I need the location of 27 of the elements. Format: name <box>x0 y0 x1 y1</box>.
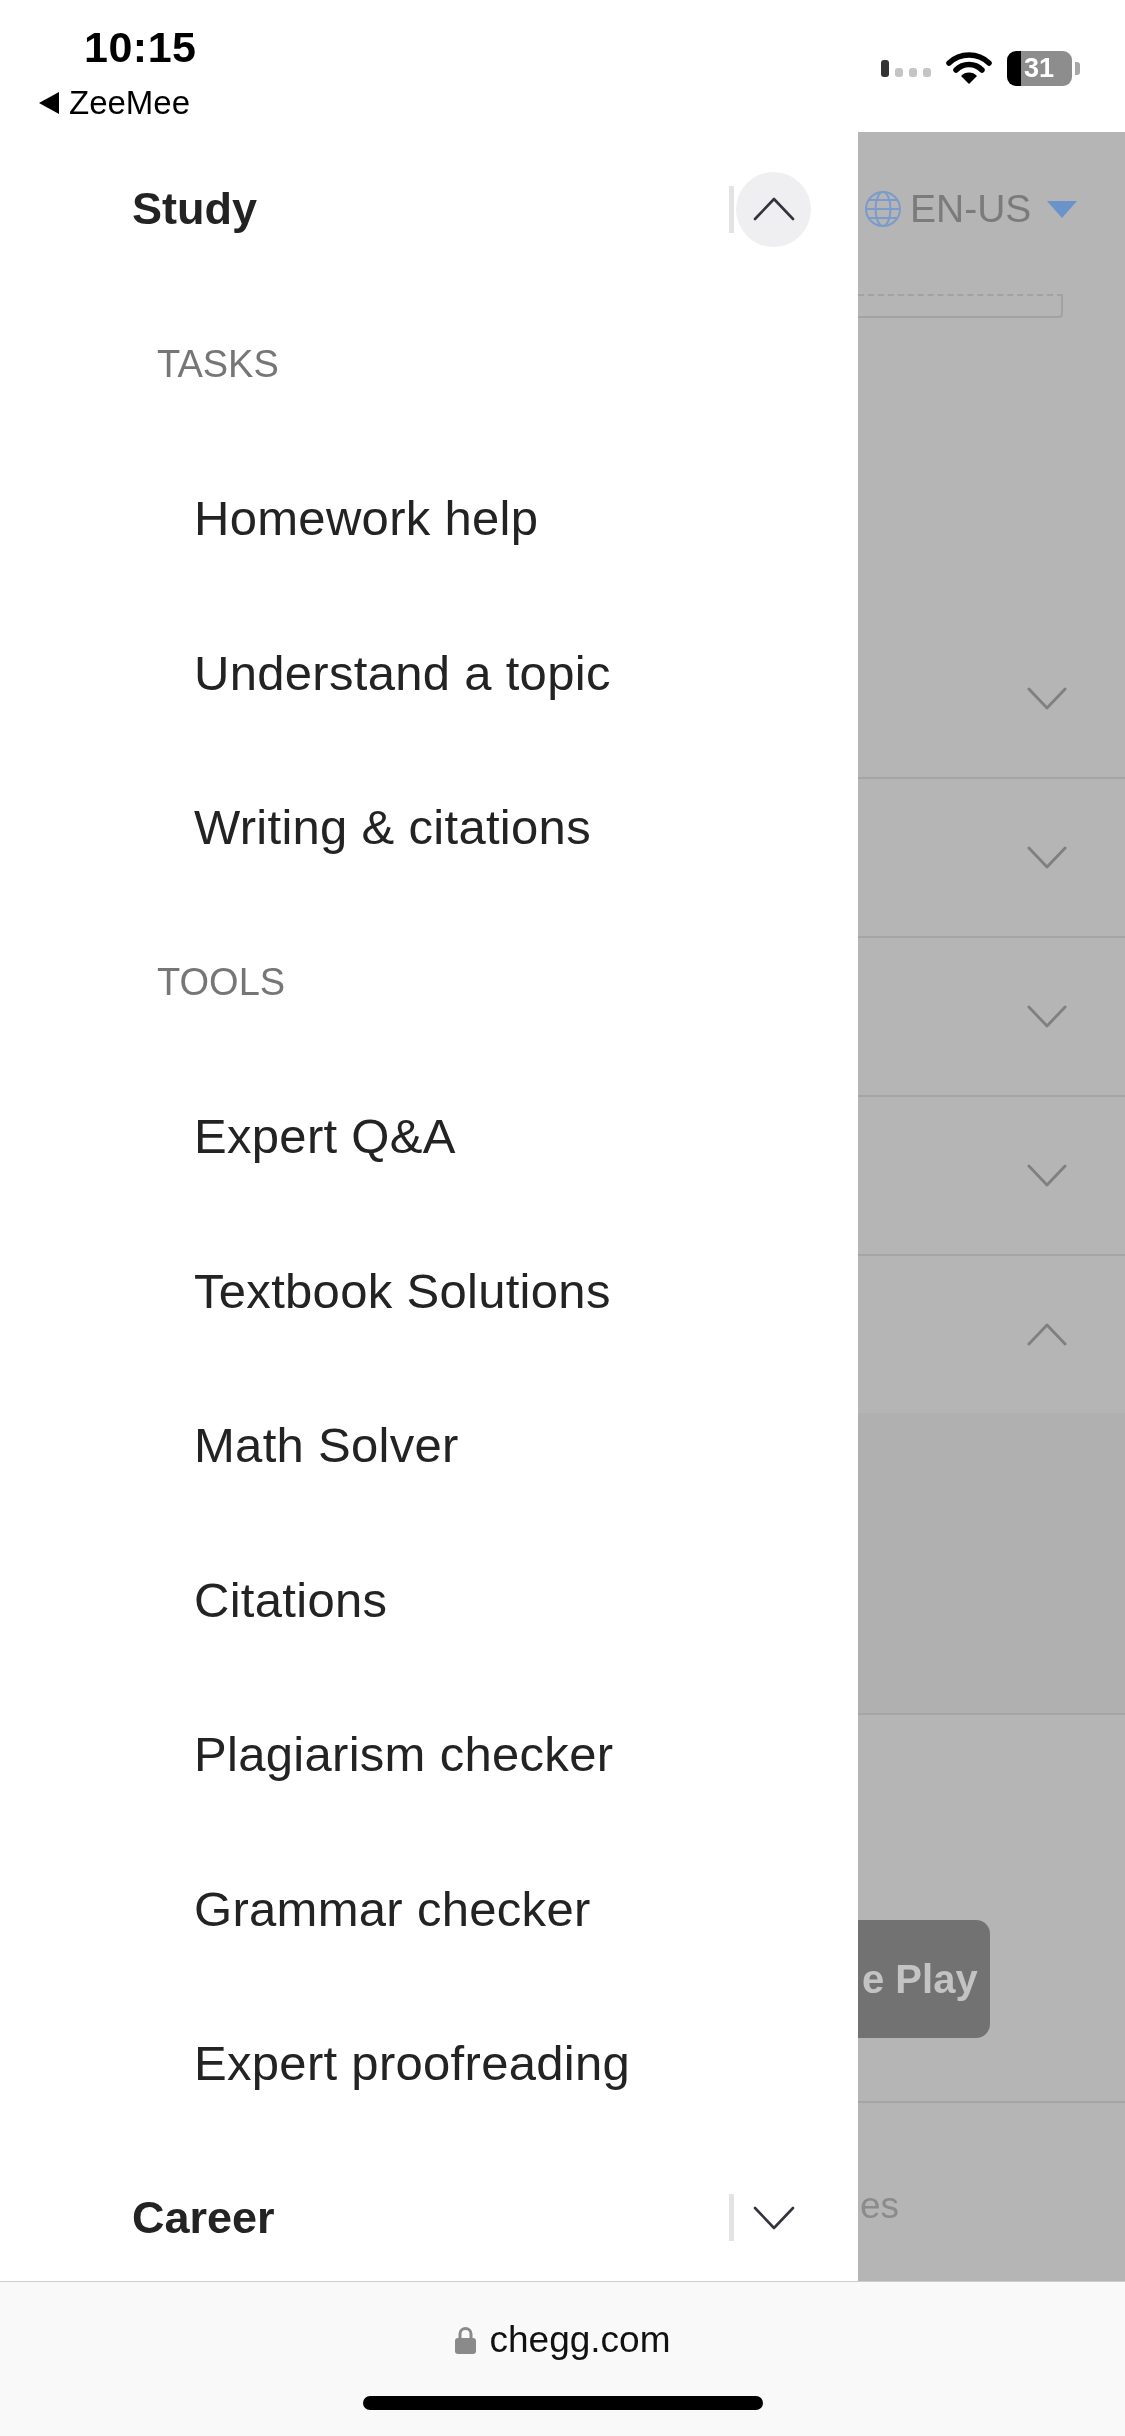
language-label: EN-US <box>910 187 1032 231</box>
back-icon <box>39 92 59 114</box>
menu-item[interactable]: Expert Q&A <box>194 1108 456 1165</box>
menu-item[interactable]: Plagiarism checker <box>194 1726 614 1783</box>
menu-item[interactable]: Citations <box>194 1571 388 1628</box>
menu-item[interactable]: Homework help <box>194 490 539 547</box>
menu-section-title[interactable]: Study <box>132 183 257 236</box>
address-button[interactable]: chegg.com <box>454 2319 671 2361</box>
menu-item[interactable]: Understand a topic <box>194 644 611 701</box>
menu-group-heading: TASKS <box>157 341 279 386</box>
battery-percentage: 31 <box>1024 53 1055 83</box>
globe-icon <box>864 190 902 228</box>
menu-item[interactable]: Expert proofreading <box>194 2035 631 2092</box>
menu-item[interactable]: Math Solver <box>194 1417 459 1474</box>
menu-item[interactable]: Writing & citations <box>194 799 591 856</box>
menu-item[interactable]: Textbook Solutions <box>194 1262 611 1319</box>
lock-icon <box>454 2326 476 2354</box>
menu-group-heading: TOOLS <box>157 959 286 1004</box>
back-to-app-button[interactable]: ZeeMee <box>39 84 191 122</box>
cellular-signal-icon <box>881 59 931 77</box>
wifi-icon <box>946 52 992 84</box>
menu-item[interactable]: Grammar checker <box>194 1880 591 1937</box>
chevron-down-icon <box>752 2205 795 2230</box>
chevron-up-icon <box>752 197 795 222</box>
menu-section-title[interactable]: Career <box>132 2191 275 2244</box>
dropdown-triangle-icon <box>1047 200 1078 218</box>
status-time: 10:15 <box>84 24 197 70</box>
